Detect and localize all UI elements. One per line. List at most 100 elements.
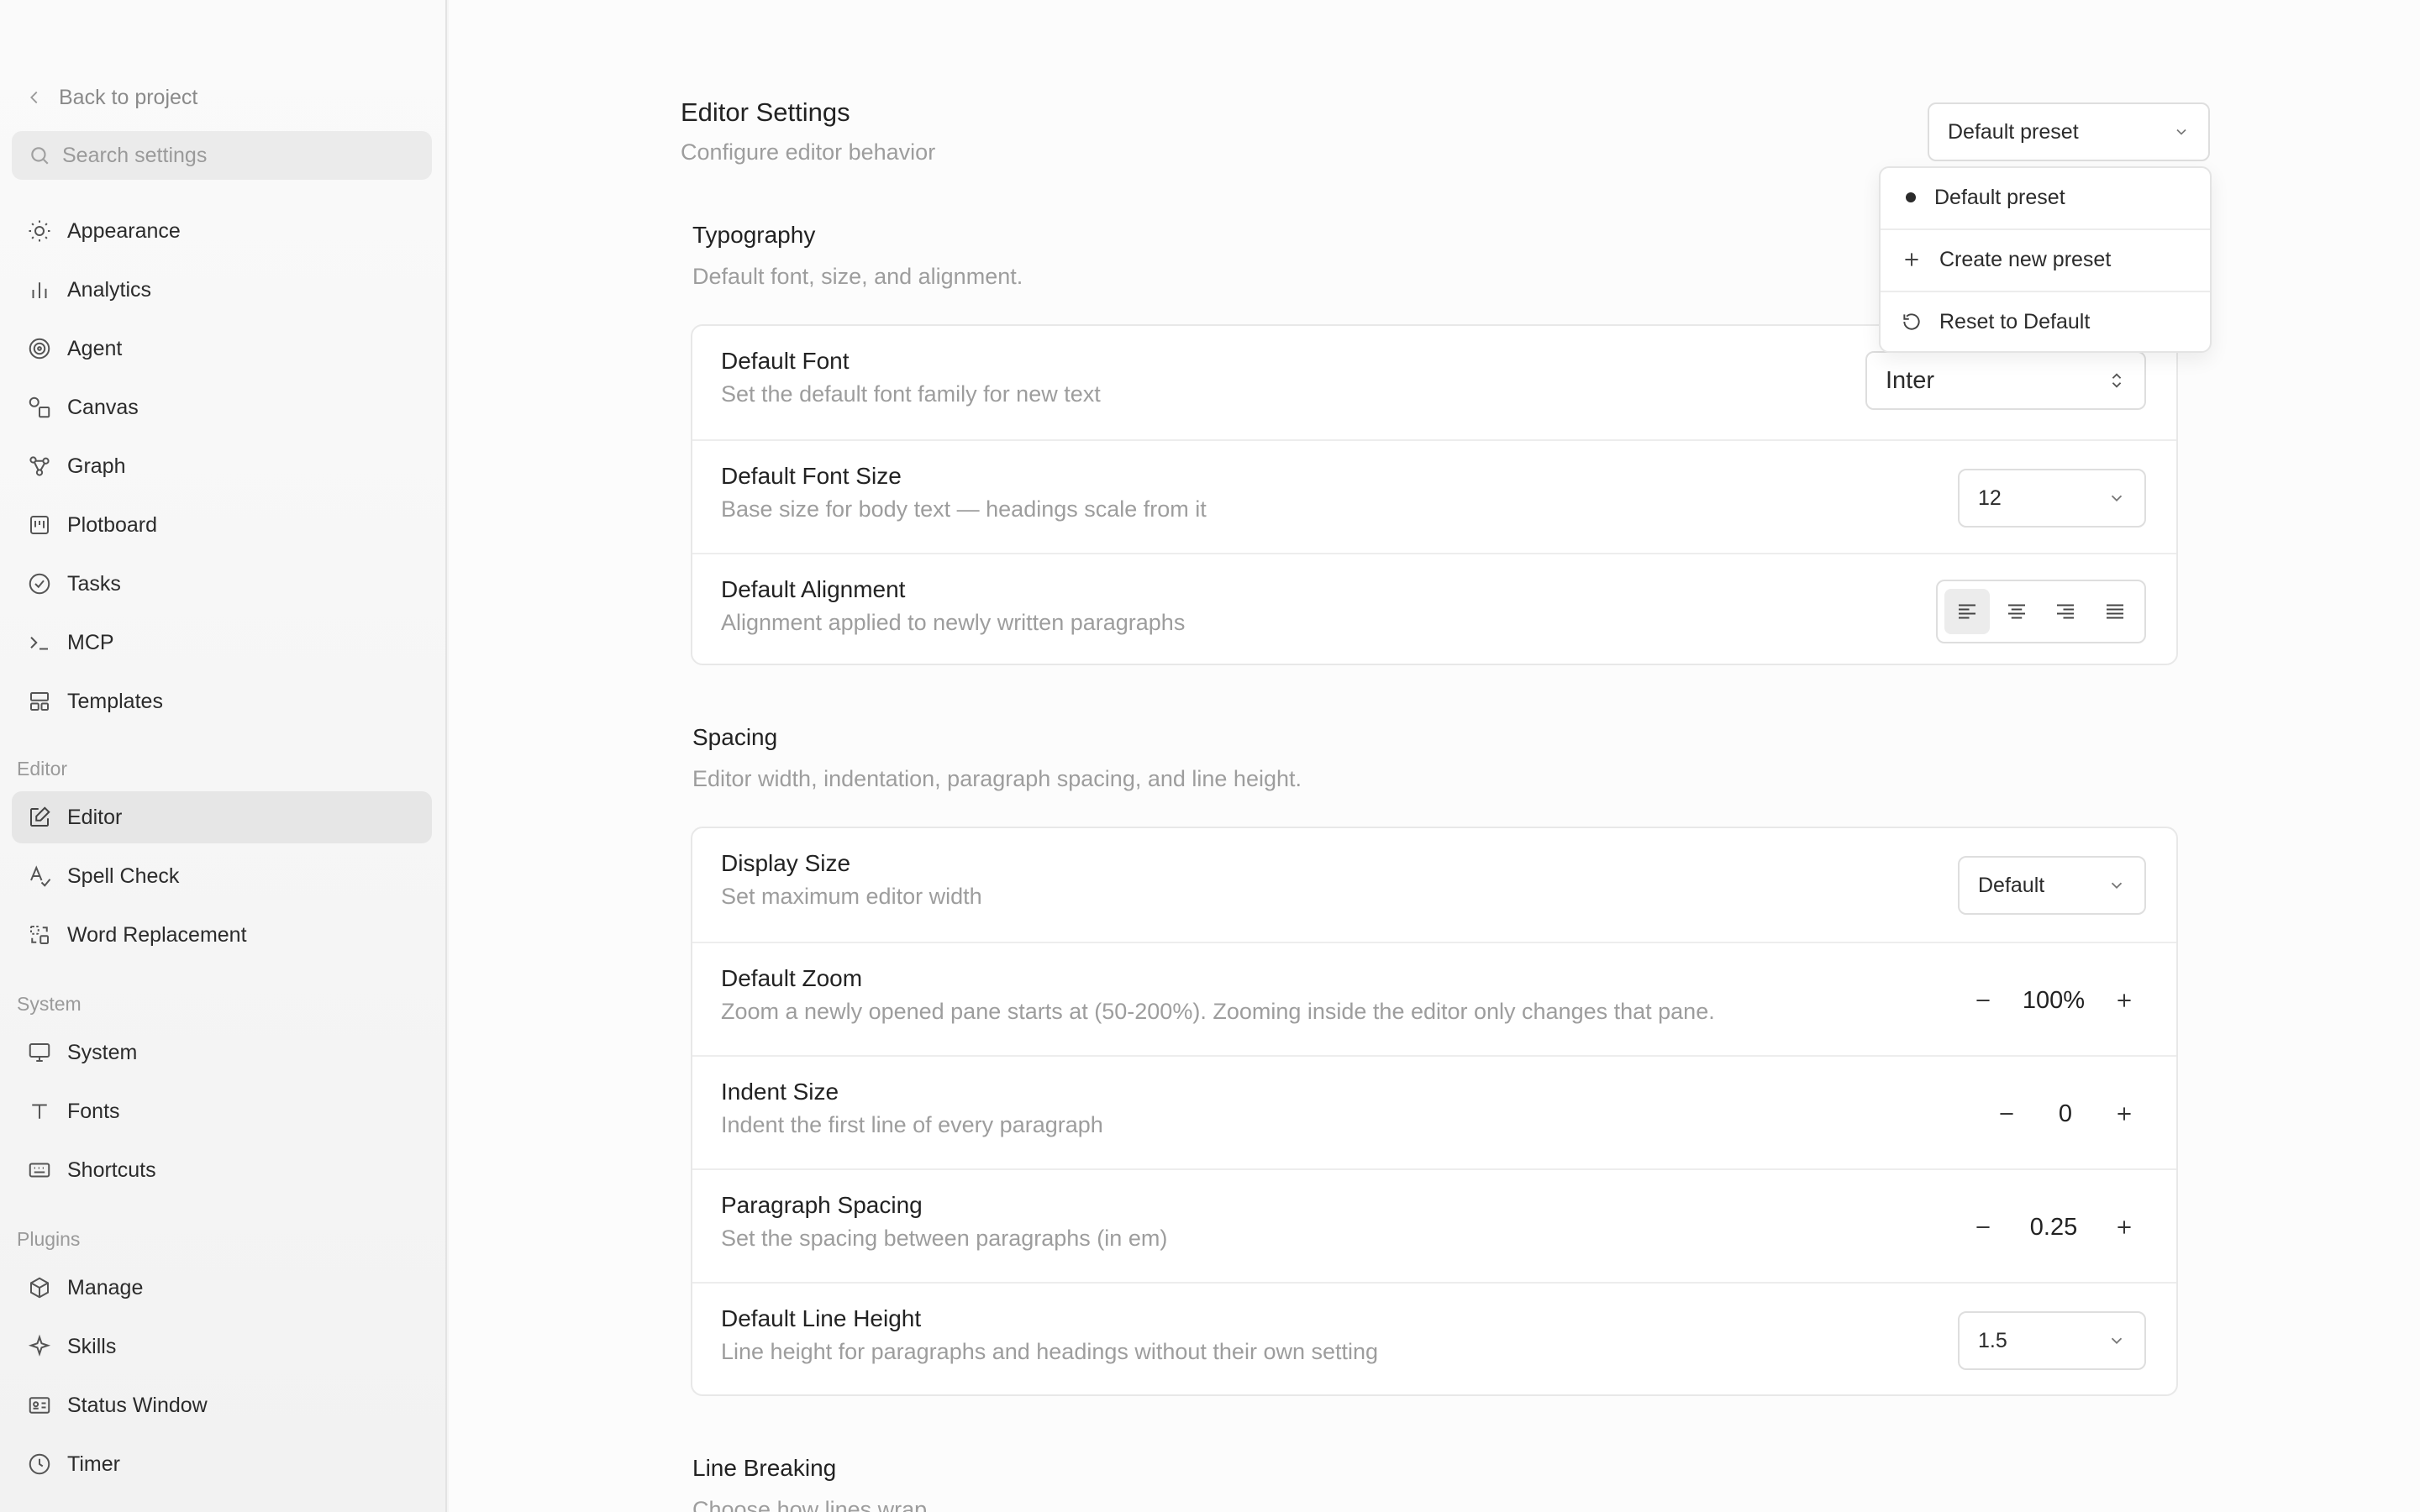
reset-to-default-item[interactable]: Reset to Default xyxy=(1881,292,2210,351)
indent-size-row: Indent Size Indent the first line of eve… xyxy=(692,1055,2176,1168)
search-settings-input[interactable]: Search settings xyxy=(12,131,432,180)
align-right-button[interactable] xyxy=(2043,589,2088,634)
spacing-heading: Spacing xyxy=(692,724,778,750)
indent-value[interactable]: 0 xyxy=(2028,1100,2102,1128)
sidebar-item-label: Editor xyxy=(67,805,123,829)
row-description: Line height for paragraphs and headings … xyxy=(721,1339,1379,1364)
chevron-down-icon xyxy=(2176,129,2186,135)
line-breaking-subtitle: Choose how lines wrap. xyxy=(692,1497,934,1512)
row-title: Default Line Height xyxy=(721,1305,922,1331)
keyboard-icon xyxy=(29,1163,50,1178)
minus-icon xyxy=(1976,1000,1990,1001)
display-size-value: Default xyxy=(1978,873,2045,897)
monitor-icon xyxy=(29,1043,50,1062)
sidebar-item-skills[interactable]: Skills xyxy=(12,1320,432,1373)
sidebar-item-spell-check[interactable]: Spell Check xyxy=(12,850,432,902)
default-font-select[interactable]: Inter xyxy=(1865,351,2146,410)
paragraph-spacing-decrement-button[interactable] xyxy=(1961,1205,2005,1249)
sidebar-item-label: System xyxy=(67,1040,138,1064)
typography-heading: Typography xyxy=(692,222,816,248)
settings-main-panel: Editor Settings Configure editor behavio… xyxy=(449,0,2420,1512)
zoom-decrement-button[interactable] xyxy=(1961,979,2005,1022)
sidebar-item-templates[interactable]: Templates xyxy=(12,675,432,727)
paragraph-spacing-stepper: 0.25 xyxy=(1961,1202,2146,1252)
sidebar-item-label: Fonts xyxy=(67,1099,120,1123)
row-title: Default Alignment xyxy=(721,576,906,602)
indent-stepper: 0 xyxy=(1985,1089,2146,1139)
sidebar-item-word-replacement[interactable]: Word Replacement xyxy=(12,909,432,961)
check-circle-icon xyxy=(29,573,50,595)
sidebar-item-analytics[interactable]: Analytics xyxy=(12,264,432,316)
align-left-button[interactable] xyxy=(1944,589,1991,634)
row-title: Paragraph Spacing xyxy=(721,1192,923,1218)
type-icon xyxy=(32,1104,47,1119)
line-height-select[interactable]: 1.5 xyxy=(1958,1311,2146,1370)
sidebar-item-label: Shortcuts xyxy=(67,1158,156,1182)
plus-icon xyxy=(1905,253,1918,266)
align-center-button[interactable] xyxy=(1994,589,2039,634)
sidebar-item-appearance[interactable]: Appearance xyxy=(12,205,432,257)
clock-icon xyxy=(29,1453,50,1475)
paragraph-spacing-increment-button[interactable] xyxy=(2102,1205,2146,1249)
row-title: Indent Size xyxy=(721,1079,839,1105)
sidebar-item-label: Appearance xyxy=(67,218,181,243)
paragraph-spacing-value[interactable]: 0.25 xyxy=(2005,1214,2102,1242)
sidebar-item-plotboard[interactable]: Plotboard xyxy=(12,499,432,551)
page-title: Editor Settings xyxy=(681,97,850,127)
selected-dot-icon xyxy=(1906,192,1916,202)
display-size-row: Display Size Set maximum editor width De… xyxy=(692,828,2176,942)
row-title: Display Size xyxy=(721,850,851,876)
section-label-system: System xyxy=(17,993,82,1015)
sidebar-item-label: Status Window xyxy=(67,1393,208,1417)
zoom-value[interactable]: 100% xyxy=(2005,987,2102,1015)
sidebar-item-system[interactable]: System xyxy=(12,1026,432,1079)
sidebar-item-graph[interactable]: Graph xyxy=(12,440,432,492)
chevron-down-icon xyxy=(2111,1337,2123,1345)
row-description: Set the default font family for new text xyxy=(721,381,1101,407)
row-title: Default Font xyxy=(721,348,850,374)
align-justify-button[interactable] xyxy=(2092,589,2138,634)
row-description: Alignment applied to newly written parag… xyxy=(721,610,1186,635)
zoom-increment-button[interactable] xyxy=(2102,979,2146,1022)
replace-icon xyxy=(30,926,49,944)
section-label-plugins: Plugins xyxy=(17,1228,81,1250)
align-right-icon xyxy=(2057,604,2075,619)
default-line-height-row: Default Line Height Line height for para… xyxy=(692,1282,2176,1395)
sidebar-item-timer[interactable]: Timer xyxy=(12,1438,432,1490)
preset-option-default[interactable]: Default preset xyxy=(1881,168,2210,227)
sidebar-item-fonts[interactable]: Fonts xyxy=(12,1085,432,1137)
zoom-stepper: 100% xyxy=(1961,975,2146,1026)
chevron-down-icon xyxy=(2111,495,2123,502)
sidebar-item-mcp[interactable]: MCP xyxy=(12,617,432,669)
preset-select[interactable]: Default preset xyxy=(1928,102,2210,161)
font-size-select[interactable]: 12 xyxy=(1958,469,2146,528)
sparkle-icon xyxy=(28,1334,51,1357)
sidebar-item-tasks[interactable]: Tasks xyxy=(12,558,432,610)
sidebar-item-agent[interactable]: Agent xyxy=(12,323,432,375)
preset-option-label: Default preset xyxy=(1934,185,2065,209)
indent-increment-button[interactable] xyxy=(2102,1092,2146,1136)
settings-sidebar: Back to project Search settings Appearan… xyxy=(0,0,447,1512)
minus-icon xyxy=(1976,1226,1990,1228)
page-subtitle: Configure editor behavior xyxy=(681,139,936,165)
sidebar-item-canvas[interactable]: Canvas xyxy=(12,381,432,433)
back-to-project-link[interactable]: Back to project xyxy=(25,81,197,114)
bar-chart-icon xyxy=(32,282,47,298)
create-new-preset-item[interactable]: Create new preset xyxy=(1881,230,2210,289)
font-size-value: 12 xyxy=(1978,486,2002,510)
sidebar-item-shortcuts[interactable]: Shortcuts xyxy=(12,1144,432,1196)
sidebar-item-label: Agent xyxy=(67,336,123,360)
display-size-select[interactable]: Default xyxy=(1958,856,2146,915)
reset-icon xyxy=(1903,313,1920,330)
shapes-icon xyxy=(29,396,50,418)
sidebar-item-status-window[interactable]: Status Window xyxy=(12,1379,432,1431)
sidebar-item-label: MCP xyxy=(67,630,114,654)
sidebar-item-label: Analytics xyxy=(67,277,152,302)
sidebar-item-editor[interactable]: Editor xyxy=(12,791,432,843)
default-zoom-row: Default Zoom Zoom a newly opened pane st… xyxy=(692,942,2176,1055)
chevrons-up-down-icon xyxy=(2112,373,2122,388)
board-icon xyxy=(30,516,49,534)
sidebar-item-manage[interactable]: Manage xyxy=(12,1262,432,1314)
plus-icon xyxy=(2118,1107,2131,1121)
indent-decrement-button[interactable] xyxy=(1985,1092,2028,1136)
